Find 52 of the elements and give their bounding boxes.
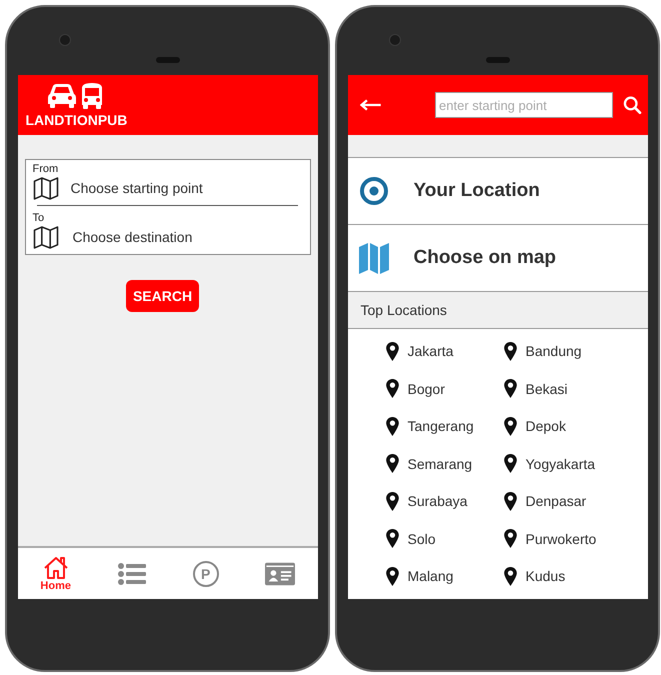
map-icon — [32, 176, 58, 200]
speaker-slot — [486, 57, 510, 63]
map-icon — [358, 242, 390, 274]
home-tab[interactable]: Home — [40, 556, 71, 592]
destination-field[interactable]: Choose destination — [72, 229, 192, 245]
location-pin-icon — [504, 566, 516, 586]
location-item[interactable]: Solo — [408, 530, 436, 546]
map-icon — [32, 226, 58, 248]
route-label: To — [32, 212, 46, 224]
location-item[interactable]: Semarang — [408, 456, 472, 472]
location-item[interactable]: Bogor — [408, 380, 445, 396]
search-button[interactable]: SEARCH — [126, 280, 200, 312]
location-pin-icon — [386, 379, 398, 398]
location-pin-icon — [504, 342, 516, 360]
location-item[interactable]: Kudus — [526, 568, 566, 584]
id-card-tab[interactable] — [264, 562, 295, 586]
location-item[interactable]: Bekasi — [526, 380, 568, 396]
list-tab[interactable] — [116, 562, 147, 586]
location-option[interactable]: Choose on map — [348, 225, 648, 292]
option-label: Your Location — [414, 180, 540, 202]
back-arrow-icon[interactable] — [360, 98, 382, 112]
route-label: From — [32, 163, 60, 175]
location-pin-icon — [386, 342, 398, 360]
location-pin-icon — [504, 416, 516, 436]
location-pin-icon — [504, 454, 516, 473]
location-option[interactable]: Your Location — [348, 158, 648, 225]
location-item[interactable]: Malang — [408, 568, 454, 584]
location-pin-icon — [386, 529, 398, 548]
location-item[interactable]: Tangerang — [408, 418, 474, 434]
starting-point-field[interactable]: Choose starting point — [70, 180, 203, 196]
search-field[interactable]: enter starting point — [435, 92, 614, 118]
speaker-slot — [156, 57, 180, 63]
location-pin-icon — [386, 454, 398, 473]
location-item[interactable]: Bandung — [526, 343, 582, 359]
location-item[interactable]: Yogyakarta — [526, 456, 596, 472]
parking-tab[interactable]: P — [192, 560, 219, 586]
location-pin-icon — [504, 492, 516, 510]
option-label: Choose on map — [414, 247, 556, 269]
camera-dot — [59, 34, 71, 46]
location-pin-icon — [386, 492, 398, 510]
location-item[interactable]: Surabaya — [408, 493, 468, 509]
location-pin-icon — [386, 416, 398, 436]
location-pin-icon — [504, 529, 516, 548]
location-item[interactable]: Jakarta — [408, 343, 454, 359]
location-pin-icon — [504, 379, 516, 398]
location-item[interactable]: Depok — [526, 418, 566, 434]
location-pin-icon — [386, 566, 398, 586]
target-icon — [358, 175, 390, 207]
location-item[interactable]: Purwokerto — [526, 530, 596, 546]
app-logo-text: LANDTIONPUB — [26, 112, 128, 128]
location-item[interactable]: Denpasar — [526, 493, 586, 509]
camera-dot — [389, 34, 401, 46]
